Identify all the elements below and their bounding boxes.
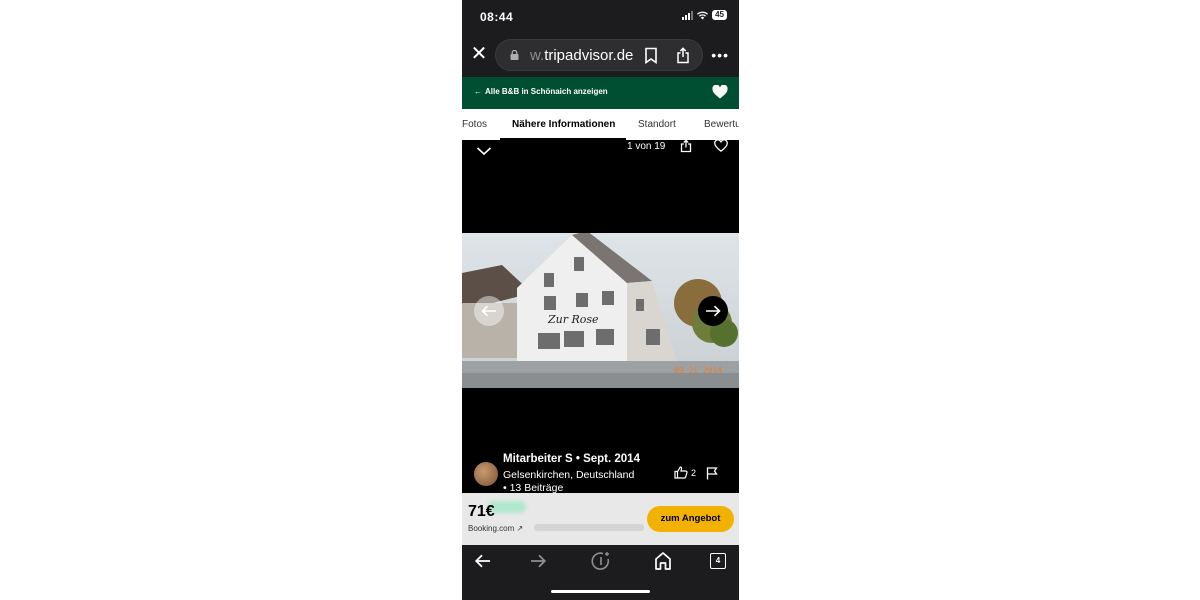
tab-location[interactable]: Standort [638,119,676,130]
arrow-left-icon [481,305,496,317]
status-bar: 08:44 45 [462,0,739,34]
url-bar[interactable]: w.tripadvisor.de [495,39,703,71]
close-icon[interactable]: ✕ [470,44,488,64]
photo-date-stamp: 09 21 2014 [674,366,722,375]
tab-photos[interactable]: Fotos [462,119,487,130]
prev-photo-button[interactable] [474,296,504,326]
forward-icon[interactable] [529,551,547,571]
url-domain: tripadvisor.de [544,47,634,64]
status-time: 08:44 [480,10,514,24]
reviewer-name[interactable]: Mitarbeiter S • Sept. 2014 [503,453,640,465]
photo-viewer: 1 von 19 Zur Rose 09 21 2014 Mitarbeiter… [462,139,739,494]
blurred-provider-detail [534,524,644,531]
bookmark-icon[interactable] [644,47,658,64]
arrow-right-icon [706,305,721,317]
property-header: ← Alle B&B in Schönaich anzeigen [462,77,739,109]
signal-icon [682,10,694,20]
tab-details[interactable]: Nähere Informationen [512,119,615,130]
back-arrow-icon: ← [474,87,482,96]
back-link-label: Alle B&B in Schönaich anzeigen [485,87,608,96]
more-icon[interactable]: ••• [711,47,729,63]
hotel-sign-text: Zur Rose [547,313,599,326]
back-to-list-link[interactable]: ← Alle B&B in Schönaich anzeigen [474,87,608,96]
home-icon[interactable] [654,551,672,571]
offer-price: 71€ [468,503,495,520]
browser-bar: ✕ w.tripadvisor.de ••• [462,34,739,77]
add-tab-icon[interactable] [591,551,611,571]
wifi-icon [697,11,709,19]
back-icon[interactable] [474,551,492,571]
status-icons: 45 [682,10,727,20]
thumbs-up-icon [674,466,688,479]
helpful-button[interactable]: 2 [674,466,696,479]
url-text: w.tripadvisor.de [530,47,638,64]
tab-reviews[interactable]: Bewertungen [704,119,739,130]
offer-bar: 71€ Booking.com ↗ zum Angebot [462,493,739,545]
view-offer-button[interactable]: zum Angebot [647,506,734,532]
lock-icon [510,50,519,60]
offer-provider[interactable]: Booking.com ↗ [468,524,523,533]
url-prefix: w. [530,47,545,64]
chevron-down-icon[interactable] [476,146,492,156]
avatar[interactable] [474,462,498,486]
helpful-count: 2 [691,467,697,478]
photo-save-heart-icon[interactable] [714,140,728,152]
heart-icon[interactable] [712,85,728,99]
flag-icon[interactable] [706,467,718,480]
share-icon[interactable] [676,47,690,64]
photo-counter: 1 von 19 [627,141,666,152]
battery-icon: 45 [712,10,727,20]
next-photo-button[interactable] [698,296,728,326]
section-tabs: Fotos Nähere Informationen Standort Bewe… [462,109,739,140]
reviewer-location: Gelsenkirchen, Deutschland [503,469,635,481]
browser-toolbar: 4 [462,545,739,600]
photo-share-icon[interactable] [680,139,692,153]
phone-screen: 08:44 45 ✕ w.tripadvisor.de ••• ← Alle B… [462,0,739,600]
tabs-count-button[interactable]: 4 [710,553,726,569]
home-indicator [551,590,650,593]
